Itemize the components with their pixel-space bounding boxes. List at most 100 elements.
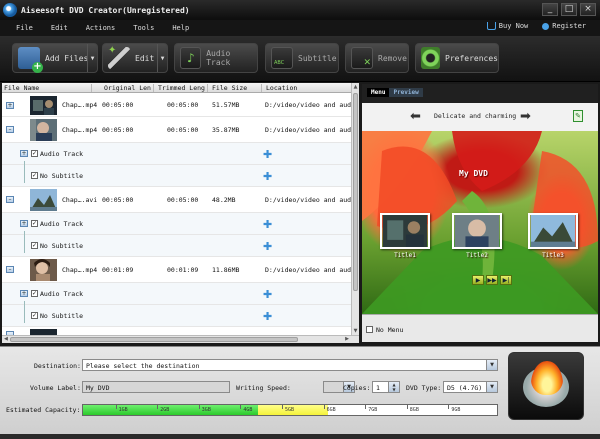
add-subtitle-icon[interactable]: ✚ [263, 240, 272, 253]
column-original-length[interactable]: Original Len [102, 84, 154, 92]
horizontal-scrollbar[interactable]: ◀ ▶ [2, 335, 359, 343]
horizontal-scroll-thumb[interactable] [10, 337, 298, 342]
scroll-down-arrow-icon[interactable]: ▼ [352, 327, 359, 335]
table-row[interactable]: + Chap….mp4 00:05:00 00:05:00 51.57MB D:… [2, 94, 355, 117]
maximize-button[interactable]: □ [561, 3, 577, 16]
close-button[interactable]: × [580, 3, 596, 16]
collapse-row-toggle[interactable]: – [6, 196, 14, 203]
expand-audio-toggle[interactable]: + [20, 220, 28, 227]
previous-template-arrow-icon[interactable]: ⬅ [410, 109, 421, 124]
expand-audio-toggle[interactable]: + [20, 150, 28, 157]
scroll-right-arrow-icon[interactable]: ▶ [345, 336, 349, 343]
next-template-arrow-icon[interactable]: ➡ [520, 109, 531, 124]
file-size-cell: 11.86MB [212, 266, 240, 274]
minimize-button[interactable]: _ [542, 3, 558, 16]
location-cell: D:/video/video and audi [265, 101, 356, 109]
audio-track-checkbox[interactable]: ✓ [31, 220, 38, 227]
play-icon[interactable]: ▶ [472, 275, 484, 285]
menu-title-thumbnail[interactable] [380, 213, 430, 249]
menu-title-thumbnail[interactable] [528, 213, 578, 249]
dvd-type-value: D5 (4.7G) [447, 384, 483, 392]
subtitle-checkbox[interactable]: ✓ [31, 172, 38, 179]
column-trimmed-length[interactable]: Trimmed Leng [156, 84, 208, 92]
add-files-dropdown-icon[interactable]: ▼ [87, 44, 97, 72]
menu-preview-screen: My DVD Title1 Title2 Title3 ▶ ▶▶ ▶| [362, 131, 598, 314]
expand-row-toggle[interactable]: + [6, 102, 14, 109]
destination-combobox[interactable]: Please select the destination ▼ [82, 359, 498, 371]
expand-audio-toggle[interactable]: + [20, 290, 28, 297]
location-cell: D:/video/video and audi [265, 126, 356, 134]
column-file-size[interactable]: File Size [210, 84, 262, 92]
audio-track-row[interactable]: + ✓ Audio Track ✚ [2, 143, 351, 165]
register-link[interactable]: Register [542, 22, 586, 30]
preferences-button[interactable]: Preferences [415, 43, 499, 73]
collapse-row-toggle[interactable]: – [6, 126, 14, 133]
capacity-tick-label: 5GB [281, 405, 295, 413]
menu-playback-controls: ▶ ▶▶ ▶| [472, 275, 512, 285]
audio-track-checkbox[interactable]: ✓ [31, 150, 38, 157]
vertical-scrollbar[interactable]: ▲ ▼ [351, 83, 359, 335]
tab-preview[interactable]: Preview [389, 88, 423, 97]
vertical-scroll-thumb[interactable] [353, 93, 358, 291]
title-bar: Aiseesoft DVD Creator(Unregistered) _ □ … [0, 0, 600, 20]
no-menu-checkbox[interactable] [366, 326, 373, 333]
template-name: Delicate and charming [434, 112, 517, 120]
spinner-arrows-icon[interactable]: ▲ ▼ [388, 382, 399, 392]
table-row[interactable]: – Chap….mp4 00:05:00 00:05:00 35.87MB D:… [2, 117, 355, 143]
skip-to-end-icon[interactable]: ▶| [500, 275, 512, 285]
subtitle-label: Subtitle [298, 53, 337, 63]
add-audio-track-icon[interactable]: ✚ [263, 148, 272, 161]
table-row[interactable]: – Chap….mp4 00:01:09 00:01:09 11.86MB D:… [2, 257, 355, 283]
menu-actions[interactable]: Actions [86, 24, 116, 32]
column-file-name[interactable]: File Name [2, 84, 92, 92]
copies-spinner[interactable]: 1 ▲ ▼ [372, 381, 400, 393]
audio-track-checkbox[interactable]: ✓ [31, 290, 38, 297]
original-length-cell: 00:01:09 [102, 266, 134, 274]
menu-tools[interactable]: Tools [133, 24, 154, 32]
menu-edit[interactable]: Edit [51, 24, 68, 32]
menu-help[interactable]: Help [172, 24, 189, 32]
tree-line [24, 231, 25, 253]
subtitle-row[interactable]: ✓ No Subtitle ✚ [2, 231, 351, 257]
add-files-button[interactable]: Add Files ▼ [12, 43, 98, 73]
subtitle-button[interactable]: Subtitle [265, 43, 339, 73]
remove-label: Remove [378, 53, 407, 63]
chevron-down-icon[interactable]: ▼ [486, 360, 497, 370]
video-thumbnail [30, 96, 57, 115]
scroll-left-arrow-icon[interactable]: ◀ [4, 336, 8, 343]
key-icon [542, 22, 550, 30]
destination-value: Please select the destination [86, 362, 200, 370]
chevron-down-icon[interactable]: ▼ [486, 382, 497, 392]
menu-title-label: Title1 [394, 252, 416, 259]
file-list-header: File Name Original Len Trimmed Leng File… [2, 83, 351, 93]
edit-dropdown-icon[interactable]: ▼ [157, 44, 167, 72]
remove-button[interactable]: Remove [345, 43, 409, 73]
burn-button[interactable] [508, 352, 584, 420]
add-subtitle-icon[interactable]: ✚ [263, 310, 272, 323]
dvd-type-combobox[interactable]: D5 (4.7G) ▼ [443, 381, 498, 393]
audio-track-button[interactable]: Audio Track [174, 43, 258, 73]
menu-title-thumbnail[interactable] [452, 213, 502, 249]
edit-menu-icon[interactable]: ✎ [573, 110, 583, 122]
add-subtitle-icon[interactable]: ✚ [263, 170, 272, 183]
subtitle-row[interactable]: ✓ No Subtitle ✚ [2, 161, 351, 187]
column-location[interactable]: Location [264, 84, 351, 92]
buy-now-link[interactable]: Buy Now [486, 22, 528, 30]
audio-track-row[interactable]: + ✓ Audio Track ✚ [2, 283, 351, 305]
audio-track-row[interactable]: + ✓ Audio Track ✚ [2, 213, 351, 235]
add-audio-track-icon[interactable]: ✚ [263, 288, 272, 301]
tab-menu[interactable]: Menu [367, 88, 390, 97]
subtitle-label: No Subtitle [40, 172, 84, 180]
menu-file[interactable]: File [16, 24, 33, 32]
next-chapter-icon[interactable]: ▶▶ [486, 275, 498, 285]
subtitle-checkbox[interactable]: ✓ [31, 312, 38, 319]
edit-button[interactable]: Edit ▼ [102, 43, 168, 73]
subtitle-checkbox[interactable]: ✓ [31, 242, 38, 249]
scroll-up-arrow-icon[interactable]: ▲ [352, 83, 359, 91]
add-audio-track-icon[interactable]: ✚ [263, 218, 272, 231]
table-row[interactable]: – Chap….avi 00:05:00 00:05:00 48.2MB D:/… [2, 187, 355, 213]
subtitle-row[interactable]: ✓ No Subtitle ✚ [2, 301, 351, 327]
collapse-row-toggle[interactable]: – [6, 266, 14, 273]
volume-label-field[interactable]: My DVD [82, 381, 230, 393]
template-navigator: ⬅ Delicate and charming ➡ ✎ [362, 103, 598, 131]
